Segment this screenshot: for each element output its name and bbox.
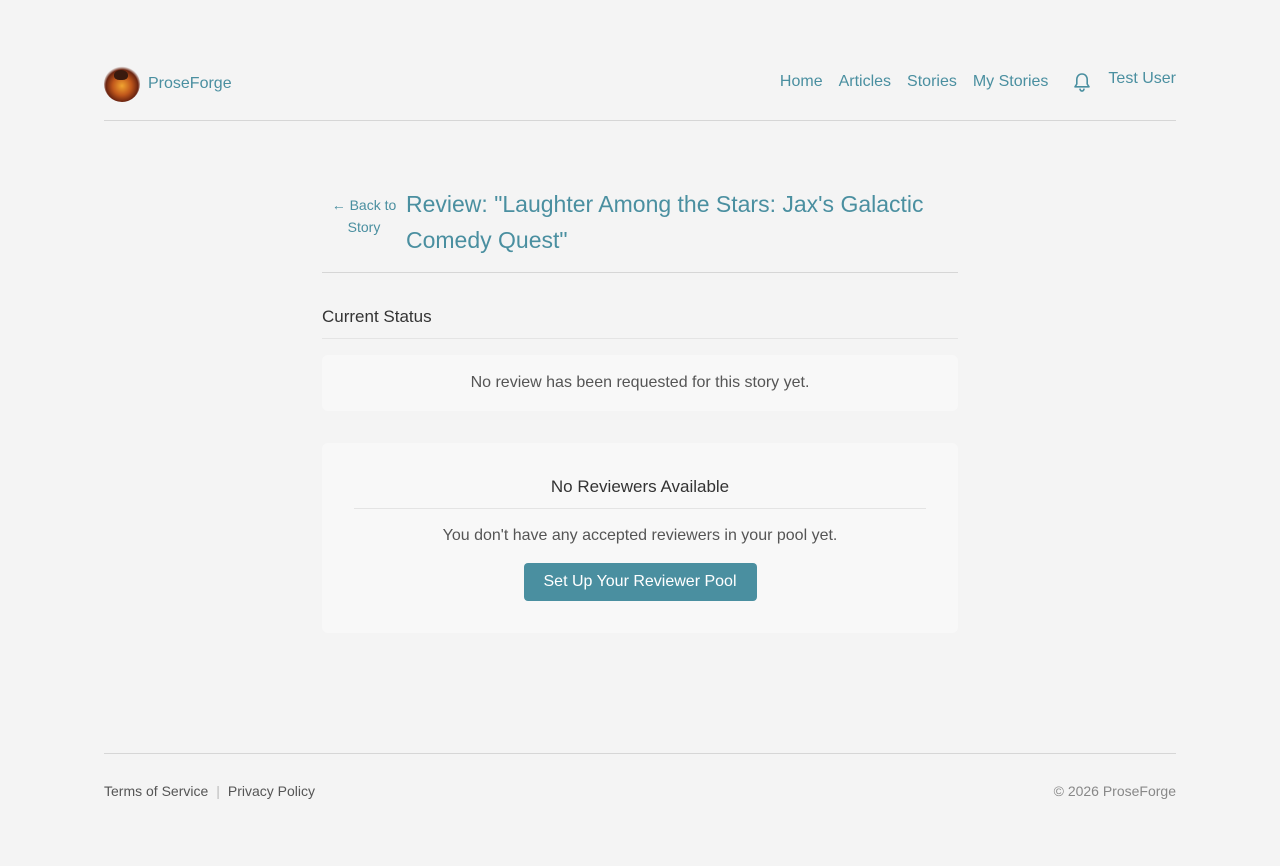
user-menu-link[interactable]: Test User: [1108, 70, 1176, 88]
proseforge-logo: [104, 66, 140, 102]
footer-separator: |: [216, 783, 220, 799]
nav-stories[interactable]: Stories: [907, 73, 957, 91]
nav-my-stories[interactable]: My Stories: [973, 73, 1049, 91]
site-header: ProseForge Home Articles Stories My Stor…: [104, 62, 1176, 121]
status-message-box: No review has been requested for this st…: [322, 355, 958, 411]
reviewers-card: No Reviewers Available You don't have an…: [322, 443, 958, 633]
nav-home[interactable]: Home: [780, 73, 823, 91]
current-status-heading: Current Status: [322, 307, 958, 339]
page-title: Review: "Laughter Among the Stars: Jax's…: [406, 191, 924, 253]
footer-links: Terms of Service | Privacy Policy: [104, 783, 315, 799]
back-to-story-link[interactable]: ← Back to Story: [322, 194, 406, 238]
status-message: No review has been requested for this st…: [470, 374, 810, 391]
reviewers-card-message: You don't have any accepted reviewers in…: [442, 527, 838, 544]
setup-reviewer-pool-button[interactable]: Set Up Your Reviewer Pool: [523, 563, 757, 601]
copyright: © 2026 ProseForge: [1053, 783, 1176, 799]
main-nav: Home Articles Stories My Stories Test Us…: [780, 70, 1176, 92]
site-footer: Terms of Service | Privacy Policy © 2026…: [104, 753, 1176, 799]
bell-icon[interactable]: [1072, 72, 1092, 92]
main-content: ← Back to Story Review: "Laughter Among …: [322, 186, 958, 633]
reviewers-card-title: No Reviewers Available: [354, 477, 926, 509]
privacy-policy-link[interactable]: Privacy Policy: [228, 783, 315, 799]
terms-of-service-link[interactable]: Terms of Service: [104, 783, 208, 799]
title-row: ← Back to Story Review: "Laughter Among …: [322, 186, 958, 273]
brand-name: ProseForge: [148, 75, 232, 92]
brand-link[interactable]: ProseForge: [104, 66, 232, 102]
nav-articles[interactable]: Articles: [839, 73, 891, 91]
